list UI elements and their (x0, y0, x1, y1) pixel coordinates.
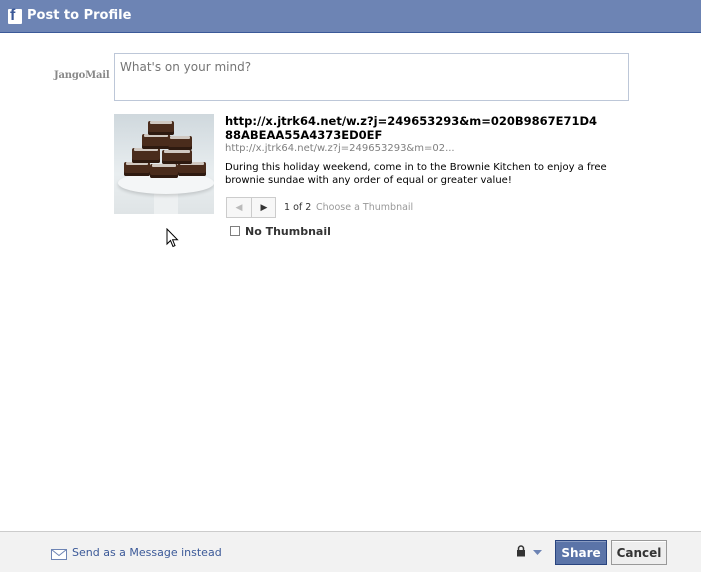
facebook-logo-letter: f (10, 7, 16, 24)
send-as-message-link[interactable]: Send as a Message instead (72, 546, 222, 559)
no-thumbnail-checkbox[interactable] (230, 226, 240, 236)
brownie (162, 150, 192, 164)
mouse-cursor-icon (166, 228, 179, 248)
no-thumbnail-label[interactable]: No Thumbnail (245, 225, 331, 238)
dialog-titlebar: f Post to Profile (0, 0, 701, 33)
brownie (168, 136, 192, 150)
brownie (148, 121, 174, 135)
brownie (124, 162, 150, 176)
link-description[interactable]: During this holiday weekend, come in to … (225, 161, 610, 187)
link-thumbnail (114, 114, 214, 214)
brownie (150, 164, 178, 178)
envelope-icon (51, 549, 67, 560)
arrow-left-icon: ◀ (235, 202, 243, 213)
facebook-logo-icon: f (8, 7, 22, 24)
brownie (132, 148, 160, 163)
brownie (178, 162, 206, 176)
dialog-footer: Send as a Message instead Share Cancel (0, 531, 701, 572)
thumbnail-count: 1 of 2 (284, 202, 312, 213)
arrow-right-icon: ▶ (260, 202, 268, 213)
choose-thumbnail-label: Choose a Thumbnail (316, 202, 414, 213)
dialog-title: Post to Profile (27, 8, 132, 23)
brownie (142, 134, 170, 149)
link-title[interactable]: http://x.jtrk64.net/w.z?j=249653293&m=02… (225, 114, 605, 142)
next-thumbnail-button[interactable]: ▶ (252, 198, 276, 217)
share-button[interactable]: Share (555, 540, 607, 565)
status-input[interactable] (114, 53, 629, 101)
thumbnail-pager: ◀ ▶ (226, 197, 276, 218)
brand-logo: JangoMail (54, 70, 110, 81)
chevron-down-icon[interactable] (533, 550, 542, 555)
lock-icon[interactable] (516, 545, 526, 557)
previous-thumbnail-button[interactable]: ◀ (227, 198, 252, 217)
cancel-button[interactable]: Cancel (611, 540, 667, 565)
link-url: http://x.jtrk64.net/w.z?j=249653293&m=02… (225, 143, 455, 154)
